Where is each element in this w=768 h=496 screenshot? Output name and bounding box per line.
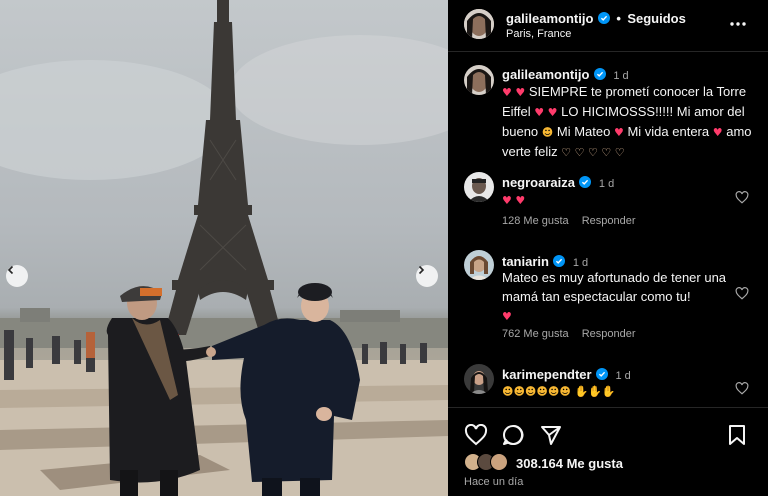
comment-username[interactable]: taniarin — [502, 254, 549, 269]
comment-username[interactable]: karimependter — [502, 367, 592, 382]
verified-badge-icon — [593, 68, 606, 80]
reply-button[interactable]: Responder — [582, 215, 636, 227]
avatar-image — [464, 250, 494, 280]
share-icon[interactable] — [540, 424, 562, 446]
comment-likes[interactable]: 762 Me gusta — [502, 328, 569, 340]
post-side-panel: galileamontijo • Seguidos Paris, France … — [448, 0, 768, 496]
avatar-image — [464, 9, 494, 39]
next-photo-button[interactable] — [416, 265, 438, 287]
heart-emoji: ♥ — [502, 310, 512, 323]
caption-username[interactable]: galileamontijo — [502, 67, 589, 82]
post-footer: 308.164 Me gusta Hace un día — [448, 407, 768, 496]
verified-badge-icon — [579, 176, 592, 188]
post-photo — [0, 0, 448, 496]
heart-eyes-emoji: ☻☻☻☻☻☻ — [502, 385, 571, 398]
heart-emoji: ♥ ♥ — [502, 86, 526, 99]
like-comment-heart-icon[interactable] — [735, 287, 749, 300]
clapping-hands-emoji: ✋✋✋ — [574, 385, 616, 398]
heart-emoji: ♥ — [613, 126, 624, 139]
like-comment-heart-icon[interactable] — [735, 191, 749, 204]
commenter-avatar[interactable] — [464, 250, 494, 280]
reply-button[interactable]: Responder — [582, 328, 636, 340]
bookmark-icon[interactable] — [728, 424, 746, 446]
avatar-image — [464, 65, 494, 95]
more-options-icon[interactable] — [730, 22, 746, 26]
chevron-left-icon — [7, 265, 14, 275]
comment-text: ♥ ♥ — [502, 190, 525, 210]
like-heart-icon[interactable] — [464, 424, 488, 446]
commenter-avatar[interactable] — [464, 364, 494, 394]
eiffel-tower-scene — [0, 0, 448, 496]
follow-status-button[interactable]: Seguidos — [627, 11, 686, 26]
verified-badge-icon — [596, 368, 609, 380]
comment-icon[interactable] — [502, 424, 524, 446]
heart-hands-emoji: ♡ ♡ ♡ ♡ ♡ — [561, 146, 625, 159]
heart-emoji: ♥ ♥ — [534, 106, 558, 119]
commenter-avatar[interactable] — [464, 172, 494, 202]
chevron-right-icon — [418, 265, 425, 275]
comment-time: 1 d — [598, 178, 615, 190]
liked-by-avatars — [464, 453, 512, 473]
heart-emoji: ♥ — [712, 126, 723, 139]
post-header: galileamontijo • Seguidos Paris, France — [448, 0, 768, 52]
avatar-image — [464, 172, 494, 202]
verified-badge-icon — [597, 12, 610, 24]
like-comment-heart-icon[interactable] — [735, 382, 749, 395]
post-timestamp: Hace un día — [464, 476, 524, 488]
caption-text: ♥ ♥ SIEMPRE te prometí conocer la Torre … — [502, 82, 752, 162]
verified-badge-icon — [553, 255, 566, 267]
author-avatar[interactable] — [464, 9, 494, 39]
caption-time: 1 d — [613, 70, 629, 82]
post-likes-count[interactable]: 308.164 Me gusta — [516, 456, 623, 471]
comment-likes[interactable]: 128 Me gusta — [502, 215, 569, 227]
heart-emoji: ♥ ♥ — [502, 194, 526, 207]
heart-eyes-emoji: ☻ — [541, 126, 554, 139]
author-username[interactable]: galileamontijo — [506, 11, 593, 26]
caption-author-avatar[interactable] — [464, 65, 494, 95]
comment-text: Mateo es muy afortunado de tener una mam… — [502, 268, 732, 326]
liker-avatar — [490, 453, 508, 471]
post-location[interactable]: Paris, France — [506, 28, 571, 40]
previous-photo-button[interactable] — [6, 265, 28, 287]
header-separator: • — [616, 11, 621, 26]
comment-username[interactable]: negroaraiza — [502, 175, 575, 190]
avatar-image — [464, 364, 494, 394]
caption-text-3: Mi Mateo — [556, 124, 611, 139]
comment-text: ☻☻☻☻☻☻ ✋✋✋ — [502, 381, 616, 401]
comment-time: 1 d — [615, 370, 631, 382]
comment-text-value: Mateo es muy afortunado de tener una mam… — [502, 270, 727, 304]
caption-text-4: Mi vida entera — [627, 124, 710, 139]
